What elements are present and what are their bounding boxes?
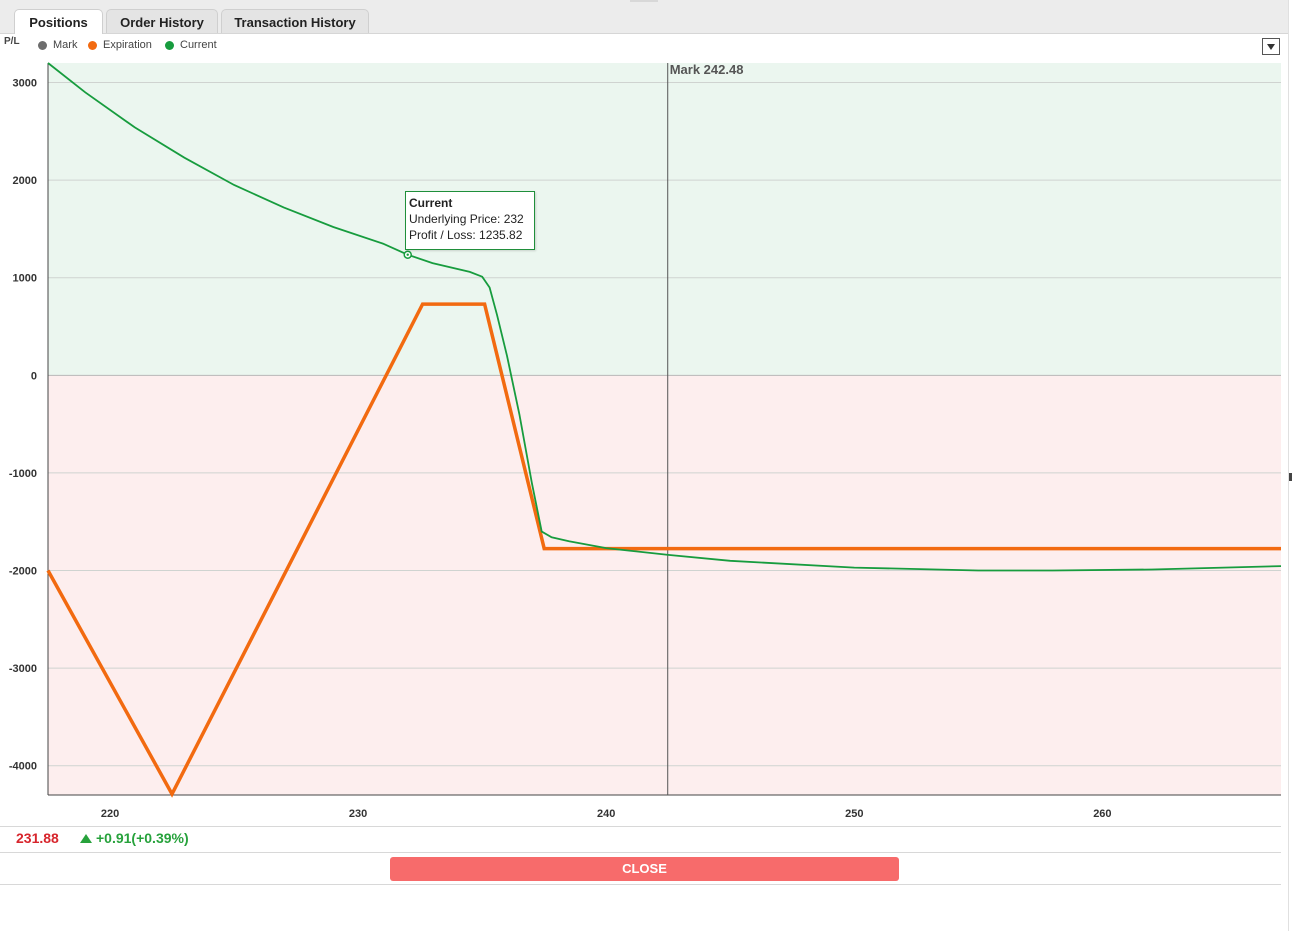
resize-handle[interactable]	[1289, 473, 1292, 481]
y-tick-label: 1000	[13, 273, 37, 285]
y-tick-label: -3000	[9, 663, 37, 675]
legend-item-mark[interactable]: Mark	[38, 40, 77, 51]
pl-chart[interactable]: 3000 2000 1000 0 -1000 -2000 -3000 -4000 220 230 2…	[0, 58, 1288, 828]
tooltip-title: Current	[409, 196, 453, 210]
panel-edge	[1288, 0, 1293, 931]
profit-zone	[48, 63, 1281, 376]
pl-axis-label: P/L	[4, 36, 20, 47]
legend-dot-current	[165, 41, 174, 50]
legend-item-current[interactable]: Current	[165, 40, 217, 51]
resize-notch	[630, 0, 658, 2]
legend-label-expiration: Expiration	[103, 39, 152, 51]
tooltip-point-center	[406, 253, 409, 256]
divider	[0, 852, 1281, 853]
mark-line-label: Mark 242.48	[670, 62, 744, 77]
price-change-value: +0.91(+0.39%)	[96, 830, 189, 846]
legend-label-mark: Mark	[53, 39, 78, 51]
legend-item-expiration[interactable]: Expiration	[88, 40, 152, 51]
y-tick-label: -2000	[9, 566, 37, 578]
tab-transaction-history[interactable]: Transaction History	[221, 9, 369, 33]
y-tick-label: -4000	[9, 761, 37, 773]
x-tick-label: 260	[1093, 808, 1111, 820]
chart-legend: P/L Mark Expiration Current	[0, 34, 1288, 58]
x-tick-label: 230	[349, 808, 367, 820]
chart-menu-dropdown-icon[interactable]	[1262, 38, 1280, 55]
tooltip-profit-loss: Profit / Loss: 1235.82	[409, 228, 523, 242]
close-position-button[interactable]: CLOSE	[390, 857, 899, 881]
y-tick-label: -1000	[9, 468, 37, 480]
divider	[0, 884, 1281, 885]
tab-order-history[interactable]: Order History	[106, 9, 218, 33]
y-tick-label: 3000	[13, 78, 37, 90]
tab-positions[interactable]: Positions	[14, 9, 103, 34]
x-tick-label: 250	[845, 808, 863, 820]
legend-dot-mark	[38, 41, 47, 50]
y-tick-label: 2000	[13, 175, 37, 187]
chart-tooltip: Current Underlying Price: 232 Profit / L…	[405, 191, 535, 250]
last-price: 231.88	[16, 830, 59, 846]
tab-bar: Positions Order History Transaction Hist…	[0, 0, 1288, 34]
loss-zone	[48, 375, 1281, 795]
legend-label-current: Current	[180, 39, 217, 51]
y-tick-label: 0	[31, 370, 37, 382]
price-change: +0.91(+0.39%)	[80, 830, 189, 846]
up-arrow-icon	[80, 833, 92, 843]
tooltip-underlying-price: Underlying Price: 232	[409, 212, 524, 226]
divider	[0, 826, 1281, 827]
x-tick-label: 240	[597, 808, 615, 820]
legend-dot-expiration	[88, 41, 97, 50]
x-tick-label: 220	[101, 808, 119, 820]
